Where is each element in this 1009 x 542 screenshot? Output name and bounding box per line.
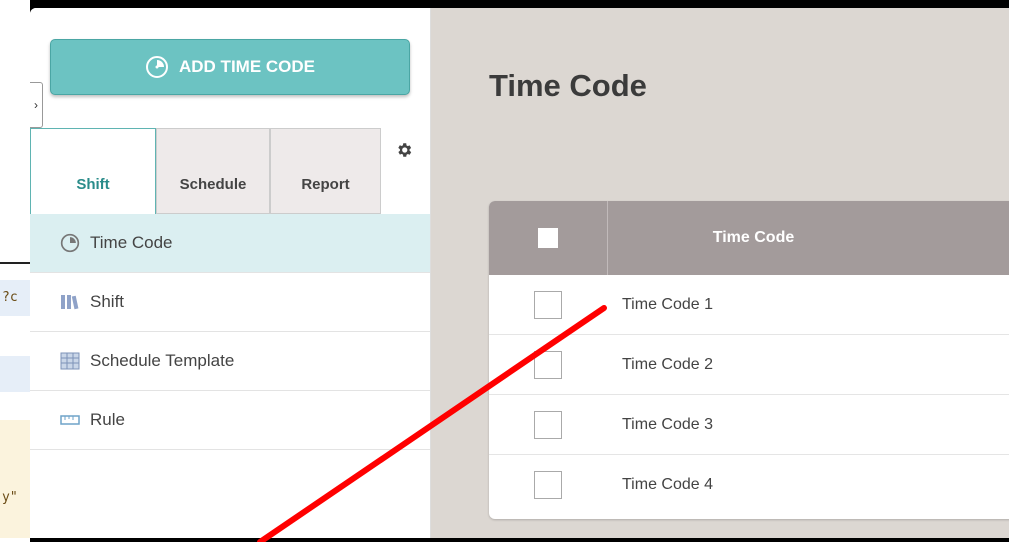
sidebar-item-label: Schedule Template <box>90 351 235 370</box>
row-checkbox[interactable] <box>534 471 562 499</box>
add-button-label: ADD TIME CODE <box>179 57 315 76</box>
time-code-name: Time Code 3 <box>622 415 713 433</box>
sidebar: ADD TIME CODE › Shift Schedule Report Ti… <box>30 8 431 538</box>
tab-label: Schedule <box>179 175 247 193</box>
add-time-code-button[interactable]: ADD TIME CODE <box>50 39 410 95</box>
table-row[interactable]: Time Code 3 <box>489 395 1009 455</box>
row-checkbox[interactable] <box>534 350 562 379</box>
table-header: Time Code <box>489 201 1009 275</box>
column-header-time-code[interactable]: Time Code <box>608 229 1009 247</box>
background-row: y" <box>0 420 30 538</box>
sidebar-item-shift[interactable]: Shift <box>30 273 430 332</box>
background-text: y" <box>2 490 18 505</box>
table-row[interactable]: Time Code 1 <box>489 275 1009 335</box>
background-blank-area <box>0 0 30 260</box>
time-code-table: Time Code Time Code 1 Time Code 2 Time C… <box>489 201 1009 519</box>
sidebar-item-rule[interactable]: Rule <box>30 391 430 450</box>
background-divider <box>0 262 30 264</box>
background-row <box>0 356 30 392</box>
sidebar-collapse-handle[interactable]: › <box>30 82 43 128</box>
select-all-checkbox[interactable] <box>538 228 558 248</box>
sidebar-menu: Time Code Shift Schedule Template Rule <box>30 214 430 450</box>
tab-report[interactable]: Report <box>270 128 381 214</box>
app-window: ADD TIME CODE › Shift Schedule Report Ti… <box>30 8 1009 538</box>
table-row[interactable]: Time Code 2 <box>489 335 1009 395</box>
clock-icon <box>60 233 80 253</box>
time-code-name: Time Code 1 <box>622 295 713 313</box>
row-checkbox[interactable] <box>534 290 562 319</box>
select-all-cell <box>489 201 608 275</box>
background-text: ?c <box>2 290 18 305</box>
tab-bar: Shift Schedule Report <box>30 124 430 214</box>
tab-label: Shift <box>76 176 110 193</box>
time-code-name: Time Code 2 <box>622 355 713 373</box>
sidebar-item-label: Shift <box>90 292 125 311</box>
sidebar-item-schedule-template[interactable]: Schedule Template <box>30 332 430 391</box>
clock-icon <box>146 56 168 78</box>
background-window-fragment: ?c y" <box>0 0 30 542</box>
ruler-icon <box>60 410 80 430</box>
time-code-name: Time Code 4 <box>622 476 713 493</box>
sidebar-item-label: Time Code <box>90 233 173 252</box>
shift-icon <box>60 292 80 312</box>
gear-icon[interactable] <box>395 141 413 159</box>
page-title: Time Code <box>489 68 647 103</box>
table-row[interactable]: Time Code 4 <box>489 455 1009 515</box>
calendar-grid-icon <box>60 351 80 371</box>
tab-label: Report <box>301 175 350 193</box>
background-row: ?c <box>0 280 30 316</box>
sidebar-item-time-code[interactable]: Time Code <box>30 214 430 273</box>
main-content: Time Code Time Code Time Code 1 Time Cod… <box>431 8 1009 538</box>
row-checkbox[interactable] <box>534 410 562 439</box>
tab-schedule[interactable]: Schedule <box>156 128 270 214</box>
tab-shift[interactable]: Shift <box>30 128 156 214</box>
sidebar-item-label: Rule <box>90 410 125 429</box>
